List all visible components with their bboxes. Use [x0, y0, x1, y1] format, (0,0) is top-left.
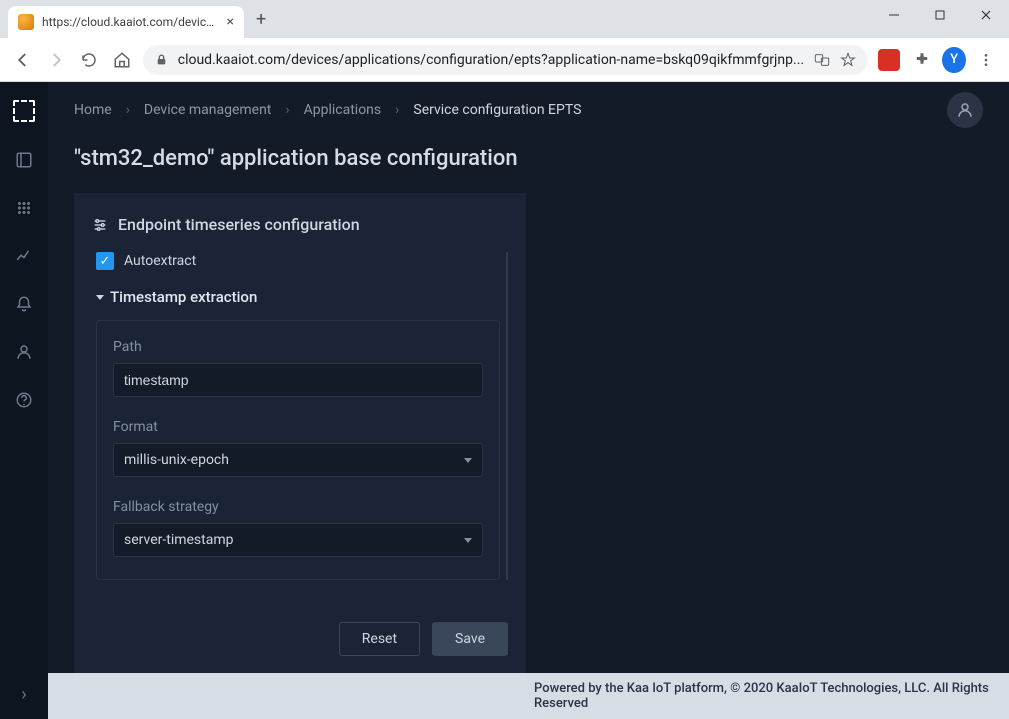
favicon-icon	[18, 14, 34, 30]
fallback-select[interactable]: server-timestamp	[113, 523, 483, 557]
reload-button[interactable]	[76, 46, 101, 74]
minimize-button[interactable]	[871, 0, 917, 30]
chevron-right-icon: ›	[126, 102, 130, 118]
autoextract-label: Autoextract	[124, 253, 196, 269]
settings-icon	[92, 217, 108, 233]
format-value: millis-unix-epoch	[124, 452, 229, 468]
browser-title-bar: https://cloud.kaaiot.com/devices × +	[0, 0, 1009, 38]
new-tab-button[interactable]: +	[256, 9, 266, 30]
config-panel: Endpoint timeseries configuration ✓ Auto…	[74, 193, 526, 674]
autoextract-checkbox[interactable]: ✓	[96, 252, 114, 270]
breadcrumb-bar: Home › Device management › Applications …	[48, 82, 1009, 138]
maximize-button[interactable]	[917, 0, 963, 30]
browser-tab[interactable]: https://cloud.kaaiot.com/devices ×	[8, 6, 244, 38]
caret-down-icon	[96, 295, 104, 300]
fallback-label: Fallback strategy	[113, 499, 483, 515]
chevron-right-icon: ›	[395, 102, 399, 118]
window-controls	[871, 0, 1009, 30]
sidebar-dashboard-icon[interactable]	[14, 150, 34, 170]
user-menu-avatar[interactable]	[947, 92, 983, 128]
reset-button[interactable]: Reset	[339, 622, 420, 656]
panel-header: Endpoint timeseries configuration	[92, 215, 508, 234]
breadcrumb-current: Service configuration EPTS	[413, 102, 581, 118]
format-label: Format	[113, 419, 483, 435]
breadcrumb-home[interactable]: Home	[74, 102, 112, 118]
tab-title: https://cloud.kaaiot.com/devices	[42, 15, 219, 29]
close-window-button[interactable]	[963, 0, 1009, 30]
autoextract-row: ✓ Autoextract	[96, 252, 500, 270]
timestamp-form: Path Format millis-unix-epoch	[96, 320, 500, 580]
chevron-right-icon: ›	[285, 102, 289, 118]
star-icon[interactable]	[840, 52, 856, 68]
fallback-value: server-timestamp	[124, 532, 234, 548]
extensions-icon[interactable]	[909, 46, 934, 74]
breadcrumb-device-management[interactable]: Device management	[144, 102, 271, 118]
sidebar-grid-icon[interactable]	[14, 198, 34, 218]
url-text: cloud.kaaiot.com/devices/applications/co…	[178, 52, 804, 68]
address-bar: cloud.kaaiot.com/devices/applications/co…	[0, 38, 1009, 82]
page-title: "stm32_demo" application base configurat…	[74, 146, 983, 171]
extension-red-icon[interactable]	[876, 46, 901, 74]
back-button[interactable]	[10, 46, 35, 74]
app-sidebar: ›	[0, 82, 48, 719]
translate-icon[interactable]	[814, 52, 830, 68]
forward-button[interactable]	[43, 46, 68, 74]
lock-icon	[155, 53, 168, 66]
sidebar-expand-icon[interactable]: ›	[21, 670, 26, 719]
menu-icon[interactable]	[974, 46, 999, 74]
app-logo-icon[interactable]	[13, 100, 35, 122]
panel-title: Endpoint timeseries configuration	[118, 215, 360, 234]
chevron-down-icon	[464, 538, 472, 543]
button-row: Reset Save	[92, 622, 508, 656]
section-title: Timestamp extraction	[110, 288, 257, 306]
home-button[interactable]	[110, 46, 135, 74]
format-select[interactable]: millis-unix-epoch	[113, 443, 483, 477]
timestamp-section-header[interactable]: Timestamp extraction	[96, 288, 500, 306]
close-tab-icon[interactable]: ×	[227, 14, 234, 30]
breadcrumb-applications[interactable]: Applications	[304, 102, 382, 118]
profile-avatar[interactable]: Y	[942, 47, 965, 73]
sidebar-analytics-icon[interactable]	[14, 246, 34, 266]
url-input[interactable]: cloud.kaaiot.com/devices/applications/co…	[143, 45, 868, 75]
sidebar-help-icon[interactable]	[14, 390, 34, 410]
sidebar-alerts-icon[interactable]	[14, 294, 34, 314]
path-input[interactable]	[113, 363, 483, 397]
chevron-down-icon	[464, 458, 472, 463]
footer-text: Powered by the Kaa IoT platform, © 2020 …	[48, 673, 1009, 719]
path-label: Path	[113, 339, 483, 355]
sidebar-user-icon[interactable]	[14, 342, 34, 362]
save-button[interactable]: Save	[432, 622, 508, 656]
